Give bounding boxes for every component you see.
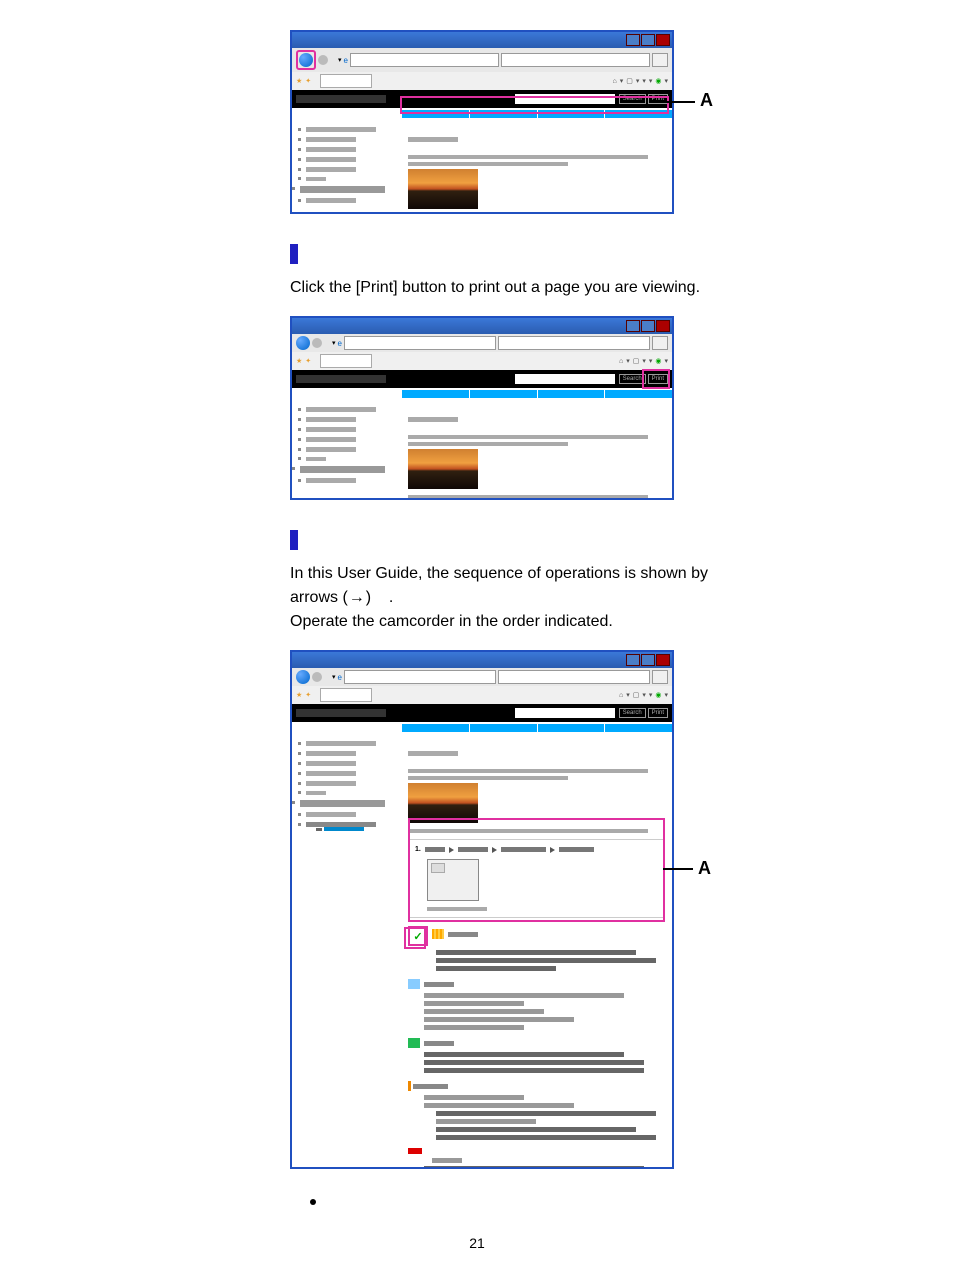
note-block: ✓ (408, 926, 664, 971)
page-header-bar: Search Print (292, 90, 672, 108)
tip-icon (408, 1038, 420, 1048)
document-page: ▾ e ★ ✦ ⌂▾ ▢▾ ▾ ▾ ◉ ▾ (0, 0, 954, 1281)
home-icon: ⌂ (612, 78, 616, 85)
screenshot-print: ▾ e ★✦ ⌂▾▢▾▾ ◉▾ Search Print (290, 316, 710, 500)
print-button-highlighted: Print (648, 374, 668, 384)
bullet-icon (310, 1199, 316, 1205)
back-icon (299, 53, 313, 67)
favorites-icon: ★ (296, 77, 302, 85)
browser-navbar: ▾ e (292, 48, 672, 72)
window-titlebar (292, 32, 672, 48)
section-marker-icon (290, 530, 298, 550)
check-icon: ✓ (411, 929, 425, 943)
right-arrow-icon (492, 847, 497, 853)
right-arrow-icon: → (348, 586, 366, 610)
hint-icon (432, 929, 444, 939)
page-number: 21 (0, 1235, 954, 1251)
note-icon (408, 979, 420, 989)
operation-step-box: 1. (408, 839, 664, 918)
search-button: Search (619, 94, 646, 104)
forward-icon (318, 55, 328, 65)
search-icon (652, 53, 668, 67)
side-nav (292, 118, 408, 214)
sunset-image (408, 169, 478, 209)
right-arrow-icon (449, 847, 454, 853)
screenshot-operations: ▾e ★✦ ⌂▾▢▾▾ ◉▾ Search Print (290, 650, 710, 1169)
arrow-instruction-text: In this User Guide, the sequence of oper… (290, 562, 710, 634)
add-favorite-icon: ✦ (305, 77, 311, 85)
maximize-icon (641, 34, 655, 46)
annotation-a: A (700, 90, 713, 111)
section-marker-icon (290, 244, 298, 264)
warning-icon (408, 1148, 422, 1154)
print-instruction-text: Click the [Print] button to print out a … (290, 276, 710, 300)
close-icon (656, 34, 670, 46)
minimize-icon (626, 34, 640, 46)
right-arrow-icon (550, 847, 555, 853)
browser-toolbar: ★ ✦ ⌂▾ ▢▾ ▾ ▾ ◉ ▾ (292, 72, 672, 90)
annotation-a: A (698, 858, 711, 879)
screenshot-tabs: ▾ e ★ ✦ ⌂▾ ▢▾ ▾ ▾ ◉ ▾ (290, 30, 710, 214)
